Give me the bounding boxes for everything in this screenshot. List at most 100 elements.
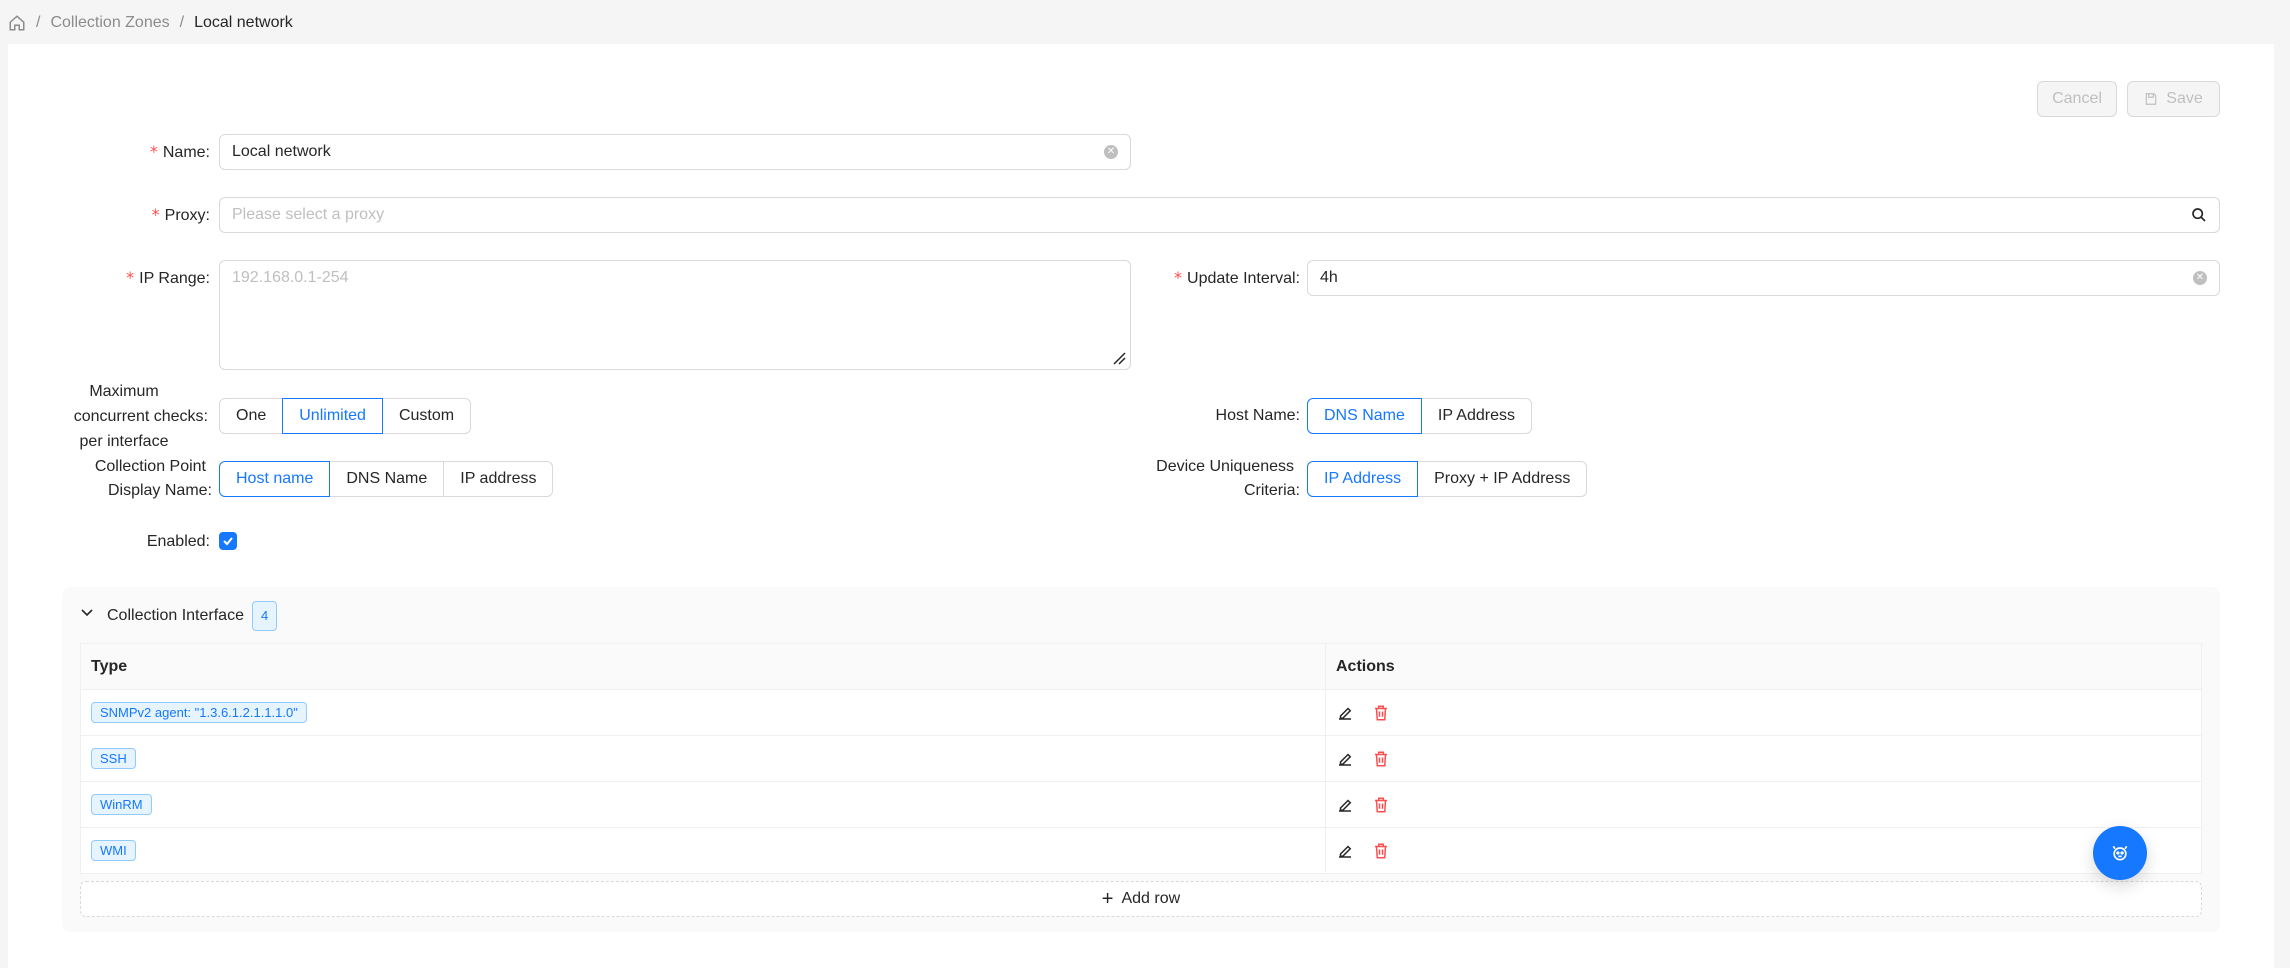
column-header-actions: Actions — [1336, 657, 1395, 675]
edit-icon[interactable] — [1336, 842, 1354, 860]
save-icon — [2146, 93, 2157, 105]
breadcrumb: / Collection Zones / Local network — [8, 11, 293, 35]
required-mark: * — [149, 142, 158, 161]
add-row-button[interactable]: + Add row — [80, 881, 2202, 917]
ip-range-label: * IP Range: — [126, 268, 210, 287]
search-icon[interactable] — [2191, 207, 2207, 223]
max-checks-label: Maximum concurrent checks: per interface — [40, 379, 208, 454]
update-interval-value: 4h — [1320, 269, 1338, 286]
display-name-option-ip[interactable]: IP address — [443, 461, 554, 497]
display-name-option-dns[interactable]: DNS Name — [329, 461, 445, 497]
add-row-label: Add row — [1121, 890, 1181, 907]
bot-icon — [2112, 845, 2128, 861]
table-row: SSH — [81, 736, 2201, 782]
table-row: WMI — [81, 828, 2201, 873]
table-header: Type Actions — [81, 644, 2201, 690]
proxy-label-text: Proxy — [164, 207, 206, 224]
delete-icon[interactable] — [1372, 750, 1390, 768]
interfaces-table: Type Actions SNMPv2 agent: "1.3.6.1.2.1.… — [80, 643, 2202, 874]
edit-icon[interactable] — [1336, 704, 1354, 722]
interface-count-badge: 4 — [251, 601, 278, 631]
edit-icon[interactable] — [1336, 750, 1354, 768]
type-tag: WMI — [91, 840, 136, 861]
type-cell: WMI — [81, 828, 1326, 873]
enabled-label: Enabled: — [146, 533, 210, 550]
max-checks-option-unlimited[interactable]: Unlimited — [282, 398, 383, 434]
name-field[interactable]: Local network ✕ — [219, 134, 1131, 170]
breadcrumb-current: Local network — [194, 14, 293, 31]
uniqueness-label-text: Criteria — [1243, 482, 1296, 499]
assistant-fab-button[interactable] — [2093, 826, 2147, 880]
save-button[interactable]: Save — [2127, 81, 2220, 117]
display-name-label: Collection Point Display Name: — [40, 455, 212, 503]
actions-cell — [1326, 736, 2201, 781]
max-checks-segmented: One Unlimited Custom — [219, 398, 472, 434]
breadcrumb-separator: / — [179, 14, 185, 31]
host-name-label: Host Name: — [1215, 407, 1300, 424]
cancel-button[interactable]: Cancel — [2037, 81, 2117, 117]
update-interval-field[interactable]: 4h ✕ — [1307, 260, 2220, 296]
uniqueness-label-line: Criteria: — [1243, 482, 1300, 499]
type-tag: SNMPv2 agent: "1.3.6.1.2.1.1.1.0" — [91, 702, 307, 723]
display-name-option-host[interactable]: Host name — [219, 461, 331, 497]
type-tag: WinRM — [91, 794, 152, 815]
uniqueness-label-line: Device Uniqueness — [1156, 458, 1294, 475]
max-checks-label-line: per interface — [79, 433, 169, 450]
breadcrumb-collection-zones[interactable]: Collection Zones — [50, 14, 169, 32]
max-checks-label-text: concurrent checks — [73, 408, 204, 425]
max-checks-label-line: Maximum — [89, 383, 159, 400]
display-name-segmented: Host name DNS Name IP address — [219, 461, 554, 497]
actions-cell — [1326, 690, 2201, 735]
resize-handle-icon[interactable] — [1112, 351, 1126, 365]
plus-icon: + — [1101, 888, 1114, 910]
enabled-label-text: Enabled — [146, 533, 206, 550]
host-name-label-text: Host Name — [1215, 407, 1296, 424]
actions-cell — [1326, 828, 2201, 873]
type-cell: SNMPv2 agent: "1.3.6.1.2.1.1.1.0" — [81, 690, 1326, 735]
proxy-placeholder: Please select a proxy — [232, 206, 385, 223]
uniqueness-segmented: IP Address Proxy + IP Address — [1307, 461, 1588, 497]
uniqueness-option-proxy-ip[interactable]: Proxy + IP Address — [1417, 461, 1588, 497]
table-row: WinRM — [81, 782, 2201, 828]
host-name-option-dns[interactable]: DNS Name — [1307, 398, 1422, 434]
delete-icon[interactable] — [1372, 796, 1390, 814]
proxy-label: * Proxy: — [151, 205, 210, 224]
name-label-text: Name — [162, 144, 206, 161]
enabled-checkbox[interactable] — [219, 532, 237, 550]
max-checks-option-one[interactable]: One — [219, 398, 284, 434]
save-button-label: Save — [2166, 90, 2203, 107]
name-label: * Name: — [149, 142, 210, 161]
uniqueness-option-ip[interactable]: IP Address — [1307, 461, 1419, 497]
type-cell: WinRM — [81, 782, 1326, 827]
cancel-button-label: Cancel — [2052, 90, 2102, 107]
collection-interface-header[interactable]: Collection Interface 4 — [107, 601, 278, 631]
display-name-label-line: Display Name: — [107, 482, 212, 499]
type-tag: SSH — [91, 748, 136, 769]
update-interval-label: * Update Interval: — [1174, 268, 1300, 287]
edit-icon[interactable] — [1336, 796, 1354, 814]
update-interval-label-text: Update Interval — [1187, 270, 1296, 287]
breadcrumb-separator: / — [36, 14, 41, 31]
ip-range-label-text: IP Range — [139, 270, 206, 287]
host-name-segmented: DNS Name IP Address — [1307, 398, 1532, 434]
max-checks-label-line: concurrent checks: — [73, 408, 208, 425]
delete-icon[interactable] — [1372, 842, 1390, 860]
clear-icon[interactable]: ✕ — [1104, 145, 1118, 159]
proxy-select[interactable]: Please select a proxy — [219, 197, 2220, 233]
table-row: SNMPv2 agent: "1.3.6.1.2.1.1.1.0" — [81, 690, 2201, 736]
home-icon[interactable] — [8, 14, 26, 32]
column-header-type: Type — [81, 644, 1326, 689]
display-name-label-text: Display Name — [107, 482, 208, 499]
actions-cell — [1326, 782, 2201, 827]
delete-icon[interactable] — [1372, 704, 1390, 722]
chevron-down-icon[interactable] — [80, 606, 94, 620]
uniqueness-label: Device Uniqueness Criteria: — [1140, 455, 1300, 503]
host-name-option-ip[interactable]: IP Address — [1420, 398, 1532, 434]
ip-range-textarea[interactable]: 192.168.0.1-254 — [219, 260, 1131, 370]
check-icon — [223, 537, 233, 546]
required-mark: * — [151, 205, 160, 224]
clear-icon[interactable]: ✕ — [2193, 271, 2207, 285]
max-checks-option-custom[interactable]: Custom — [381, 398, 472, 434]
required-mark: * — [1174, 268, 1183, 287]
collection-interface-title: Collection Interface — [107, 607, 244, 624]
